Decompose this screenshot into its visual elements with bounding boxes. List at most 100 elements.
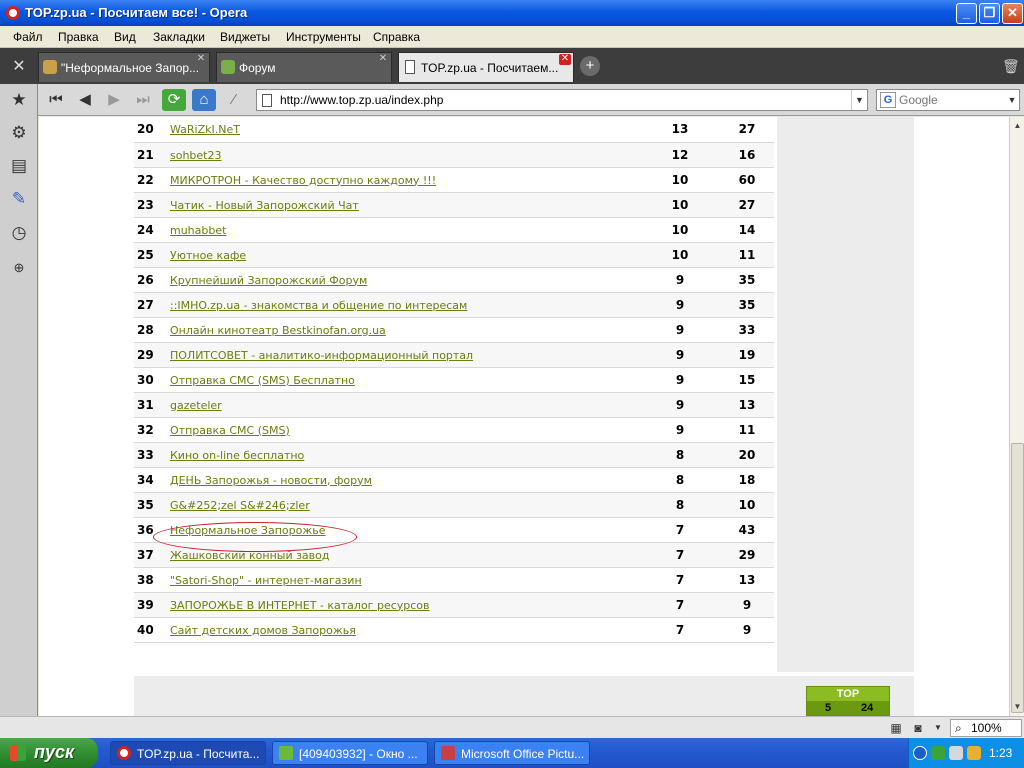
tray-app-icon[interactable]: [967, 746, 981, 760]
tab-favicon-icon: [221, 60, 235, 74]
settings-gear-icon[interactable]: ⚙: [7, 121, 31, 145]
site-link[interactable]: МИКРОТРОН - Качество доступно каждому !!…: [170, 174, 436, 187]
tab-top-zp-ua[interactable]: TOP.zp.ua - Посчитаем... ✕: [398, 52, 574, 82]
tray-network-icon[interactable]: [931, 746, 945, 760]
site-cell: ДЕНЬ Запорожья - новости, форум: [170, 467, 640, 493]
rank-number: 28: [134, 317, 170, 343]
menu-widgets[interactable]: Виджеты: [220, 30, 270, 44]
close-window-button[interactable]: ✕: [1002, 3, 1023, 24]
tab-close-icon[interactable]: ✕: [195, 54, 207, 65]
menu-bookmarks[interactable]: Закладки: [153, 30, 205, 44]
site-link[interactable]: ДЕНЬ Запорожья - новости, форум: [170, 474, 372, 487]
task-label: [409403932] - Окно ...: [299, 747, 418, 761]
tab-close-icon[interactable]: ✕: [377, 54, 389, 65]
scroll-down-icon[interactable]: ▼: [1011, 700, 1024, 714]
window-title-bar[interactable]: TOP.zp.ua - Посчитаем все! - Opera _ ❐ ✕: [0, 0, 1024, 26]
site-link[interactable]: Крупнейший Запорожский Форум: [170, 274, 367, 287]
speed-dial-icon[interactable]: ▦: [888, 720, 904, 736]
site-link[interactable]: Онлайн кинотеатр Bestkinofan.org.ua: [170, 324, 386, 337]
hosts-value: 9: [640, 342, 720, 368]
task-chat-window[interactable]: [409403932] - Окно ...: [272, 741, 428, 765]
add-panel-icon[interactable]: ⊕: [7, 256, 31, 280]
reload-icon[interactable]: ⟳: [162, 89, 186, 111]
tools-icon[interactable]: ✕: [8, 56, 30, 78]
trash-icon[interactable]: 🗑: [1002, 56, 1020, 76]
task-opera[interactable]: TOP.zp.ua - Посчита...: [110, 741, 266, 765]
site-link[interactable]: ПОЛИТСОВЕТ - аналитико-информационный по…: [170, 349, 473, 362]
site-link[interactable]: Кино on-line бесплатно: [170, 449, 304, 462]
site-link[interactable]: Чатик - Новый Запорожский Чат: [170, 199, 359, 212]
top-counter-badge[interactable]: TOP 5 24: [806, 686, 890, 716]
notes-icon[interactable]: ✎: [7, 187, 31, 211]
maximize-button[interactable]: ❐: [979, 3, 1000, 24]
system-tray: 1:23: [908, 738, 1024, 768]
hosts-value: 10: [640, 192, 720, 218]
bookmarks-star-icon[interactable]: ★: [7, 88, 31, 112]
scroll-up-icon[interactable]: ▲: [1011, 119, 1024, 133]
camera-icon[interactable]: ◙: [910, 720, 926, 736]
menu-help[interactable]: Справка: [373, 30, 420, 44]
search-box[interactable]: G ▼: [876, 89, 1020, 111]
site-cell: Кино on-line бесплатно: [170, 442, 640, 468]
site-link[interactable]: WaRiZkI.NeT: [170, 123, 240, 136]
page-content: 20 WaRiZkI.NeT 13 27 21 sohbet23 12 16 22 МИКРОТР…: [39, 117, 1009, 716]
site-link[interactable]: ::IMHO.zp.ua - знакомства и общение по и…: [170, 299, 467, 312]
table-row: 25 Уютное кафе 10 11: [134, 242, 774, 268]
site-link[interactable]: Сайт детских домов Запорожья: [170, 624, 356, 637]
hits-value: 33: [720, 317, 774, 343]
site-cell: Чатик - Новый Запорожский Чат: [170, 192, 640, 218]
fast-forward-icon[interactable]: ⏭: [131, 89, 155, 111]
forward-icon[interactable]: ▶: [102, 89, 126, 111]
chat-icon[interactable]: ▤: [7, 154, 31, 178]
site-cell: Сайт детских домов Запорожья: [170, 617, 640, 643]
site-cell: Крупнейший Запорожский Форум: [170, 267, 640, 293]
site-link[interactable]: sohbet23: [170, 149, 222, 162]
tab-forum[interactable]: Форум ✕: [216, 52, 392, 82]
site-link[interactable]: "Satori-Shop" - интернет-магазин: [170, 574, 362, 587]
rank-number: 29: [134, 342, 170, 368]
rank-number: 37: [134, 542, 170, 568]
site-link[interactable]: Уютное кафе: [170, 249, 246, 262]
site-cell: sohbet23: [170, 142, 640, 168]
site-link[interactable]: ЗАПОРОЖЬЕ В ИНТЕРНЕТ - каталог ресурсов: [170, 599, 430, 612]
start-button[interactable]: пуск: [0, 738, 98, 768]
tab-close-icon[interactable]: ✕: [559, 54, 571, 65]
url-field[interactable]: http://www.top.zp.ua/index.php ▼: [256, 89, 868, 111]
tray-volume-icon[interactable]: [949, 746, 963, 760]
home-icon[interactable]: ⌂: [192, 89, 216, 111]
vertical-scrollbar[interactable]: ▲ ▼: [1009, 117, 1024, 716]
table-row: 34 ДЕНЬ Запорожья - новости, форум 8 18: [134, 467, 774, 493]
menu-edit[interactable]: Правка: [58, 30, 99, 44]
history-clock-icon[interactable]: ◷: [7, 221, 31, 245]
address-bar: ⏮ ◀ ▶ ⏭ ⟳ ⌂ ⁄ http://www.top.zp.ua/index…: [38, 84, 1024, 116]
camera-dropdown-icon[interactable]: ▼: [930, 720, 946, 736]
site-link[interactable]: Отправка СМС (SMS): [170, 424, 290, 437]
hits-value: 10: [720, 492, 774, 518]
search-input[interactable]: [899, 92, 1003, 108]
task-office-picture[interactable]: Microsoft Office Pictu...: [434, 741, 590, 765]
search-dropdown-icon[interactable]: ▼: [1005, 90, 1019, 110]
scroll-thumb[interactable]: [1011, 443, 1024, 713]
site-link[interactable]: G&#252;zel S&#246;zler: [170, 499, 310, 512]
menu-view[interactable]: Вид: [114, 30, 136, 44]
tab-informal-zaporozhye[interactable]: "Неформальное Запор... ✕: [38, 52, 210, 82]
menu-tools[interactable]: Инструменты: [286, 30, 361, 44]
google-icon[interactable]: G: [880, 92, 896, 108]
tray-arrow-icon[interactable]: [913, 746, 927, 760]
new-tab-button[interactable]: +: [580, 56, 600, 76]
menu-file[interactable]: Файл: [13, 30, 43, 44]
site-link[interactable]: gazeteler: [170, 399, 222, 412]
zoom-control[interactable]: ⌕ 100%: [950, 719, 1022, 737]
hits-value: 35: [720, 267, 774, 293]
table-row: 32 Отправка СМС (SMS) 9 11: [134, 417, 774, 443]
site-link[interactable]: muhabbet: [170, 224, 226, 237]
site-cell: Отправка СМС (SMS): [170, 417, 640, 443]
wand-icon[interactable]: ⁄: [222, 89, 246, 111]
back-icon[interactable]: ◀: [73, 89, 97, 111]
url-dropdown-icon[interactable]: ▼: [851, 90, 867, 110]
rewind-icon[interactable]: ⏮: [44, 89, 68, 111]
table-row: 22 МИКРОТРОН - Качество доступно каждому …: [134, 167, 774, 193]
task-label: TOP.zp.ua - Посчита...: [137, 747, 260, 761]
minimize-button[interactable]: _: [956, 3, 977, 24]
site-link[interactable]: Отправка СМС (SMS) Бесплатно: [170, 374, 355, 387]
